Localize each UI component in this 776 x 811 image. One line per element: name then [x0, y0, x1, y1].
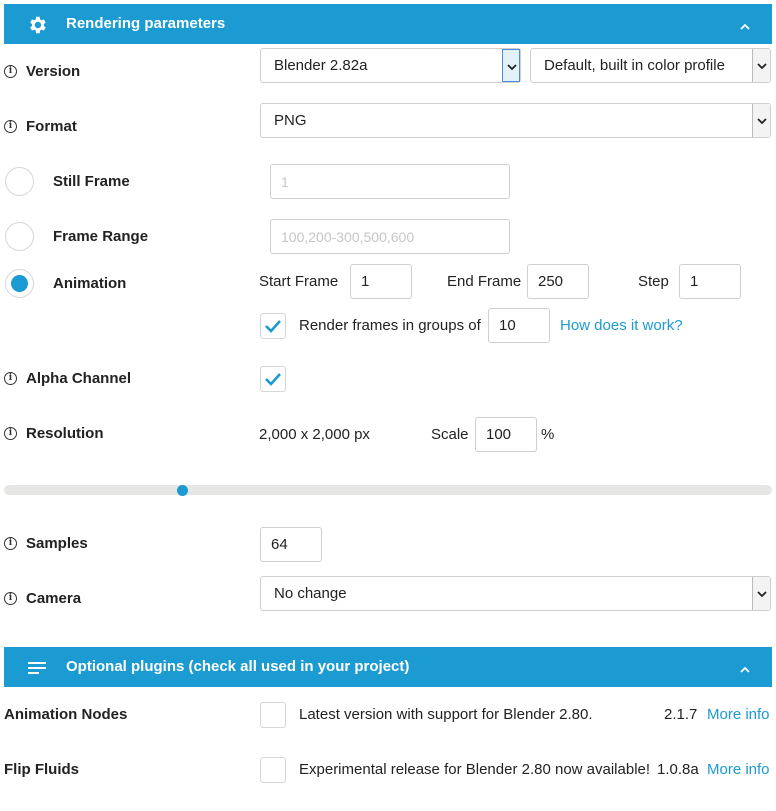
step-input[interactable]: 1 [679, 264, 741, 299]
render-groups-label: Render frames in groups of [299, 317, 481, 334]
start-frame-input[interactable]: 1 [350, 264, 412, 299]
rendering-parameters-title: Rendering parameters [66, 15, 226, 32]
resolution-value: 2,000 x 2,000 px [259, 426, 370, 443]
samples-label-text: Samples [26, 535, 88, 552]
resolution-scale-slider[interactable] [4, 485, 772, 495]
how-does-it-work-link[interactable]: How does it work? [560, 317, 683, 334]
gear-icon [26, 14, 48, 36]
menu-lines-icon [26, 657, 48, 679]
version-select[interactable]: Blender 2.82a [260, 48, 521, 83]
animation-label: Animation [53, 275, 127, 292]
plugin-name: Flip Fluids [4, 761, 79, 778]
scale-unit: % [541, 426, 555, 443]
plugin-description: Experimental release for Blender 2.80 no… [299, 761, 651, 778]
scale-label: Scale [431, 426, 469, 443]
format-label-text: Format [26, 118, 77, 135]
alpha-channel-checkbox[interactable] [260, 366, 286, 392]
info-icon[interactable]: i [4, 592, 17, 605]
start-frame-value: 1 [361, 273, 370, 290]
more-info-link[interactable]: More info [707, 706, 770, 723]
alpha-channel-label: i Alpha Channel [4, 370, 131, 387]
plugin-name: Animation Nodes [4, 706, 128, 723]
chevron-up-icon[interactable] [740, 19, 750, 30]
chevron-down-icon[interactable] [752, 577, 770, 610]
optional-plugins-title: Optional plugins (check all used in your… [66, 658, 410, 675]
frame-range-placeholder: 100,200-300,500,600 [281, 229, 415, 245]
version-label-text: Version [26, 63, 81, 80]
version-label: i Version [4, 63, 80, 80]
plugin-description: Latest version with support for Blender … [299, 706, 593, 723]
frame-range-label: Frame Range [53, 228, 149, 245]
format-select-value: PNG [274, 112, 307, 129]
render-groups-input[interactable]: 10 [488, 308, 550, 343]
rendering-parameters-header[interactable]: Rendering parameters [4, 4, 772, 44]
plugin-checkbox[interactable] [260, 702, 286, 728]
info-icon[interactable]: i [4, 120, 17, 133]
still-frame-placeholder: 1 [281, 174, 289, 190]
scale-input[interactable]: 100 [475, 417, 537, 452]
end-frame-label: End Frame [447, 273, 522, 290]
render-groups-value: 10 [499, 317, 516, 334]
camera-select[interactable]: No change [260, 576, 771, 611]
format-select[interactable]: PNG [260, 103, 771, 138]
info-icon[interactable]: i [4, 65, 17, 78]
optional-plugins-header[interactable]: Optional plugins (check all used in your… [4, 647, 772, 687]
scale-value: 100 [486, 426, 512, 443]
camera-label-text: Camera [26, 590, 82, 607]
samples-value: 64 [271, 536, 288, 553]
step-label: Step [638, 273, 669, 290]
info-icon[interactable]: i [4, 537, 17, 550]
color-profile-select[interactable]: Default, built in color profile [530, 48, 771, 83]
camera-label: i Camera [4, 590, 81, 607]
samples-input[interactable]: 64 [260, 527, 322, 562]
format-label: i Format [4, 118, 77, 135]
step-value: 1 [690, 273, 699, 290]
checkmark-icon [265, 320, 281, 333]
end-frame-input[interactable]: 250 [527, 264, 589, 299]
chevron-up-icon[interactable] [740, 662, 750, 673]
resolution-label-text: Resolution [26, 425, 104, 442]
start-frame-label: Start Frame [259, 273, 339, 290]
alpha-channel-label-text: Alpha Channel [26, 370, 132, 387]
plugin-version: 1.0.8a [657, 761, 699, 778]
version-select-value: Blender 2.82a [274, 57, 368, 74]
end-frame-value: 250 [538, 273, 564, 290]
checkmark-icon [265, 373, 281, 386]
plugin-checkbox[interactable] [260, 757, 286, 783]
info-icon[interactable]: i [4, 427, 17, 440]
frame-range-input[interactable]: 100,200-300,500,600 [270, 219, 510, 254]
chevron-down-icon[interactable] [502, 49, 520, 82]
camera-select-value: No change [274, 585, 347, 602]
chevron-down-icon[interactable] [752, 49, 770, 82]
animation-radio[interactable] [5, 269, 34, 298]
radio-selected-dot [11, 275, 28, 292]
info-icon[interactable]: i [4, 372, 17, 385]
frame-range-radio[interactable] [5, 222, 34, 251]
slider-handle[interactable] [177, 485, 188, 496]
still-frame-input[interactable]: 1 [270, 164, 510, 199]
color-profile-value: Default, built in color profile [544, 57, 725, 74]
resolution-label: i Resolution [4, 425, 104, 442]
render-groups-checkbox[interactable] [260, 313, 286, 339]
more-info-link[interactable]: More info [707, 761, 770, 778]
chevron-down-icon[interactable] [752, 104, 770, 137]
still-frame-radio[interactable] [5, 167, 34, 196]
still-frame-label: Still Frame [53, 173, 130, 190]
samples-label: i Samples [4, 535, 88, 552]
plugin-version: 2.1.7 [664, 706, 698, 723]
